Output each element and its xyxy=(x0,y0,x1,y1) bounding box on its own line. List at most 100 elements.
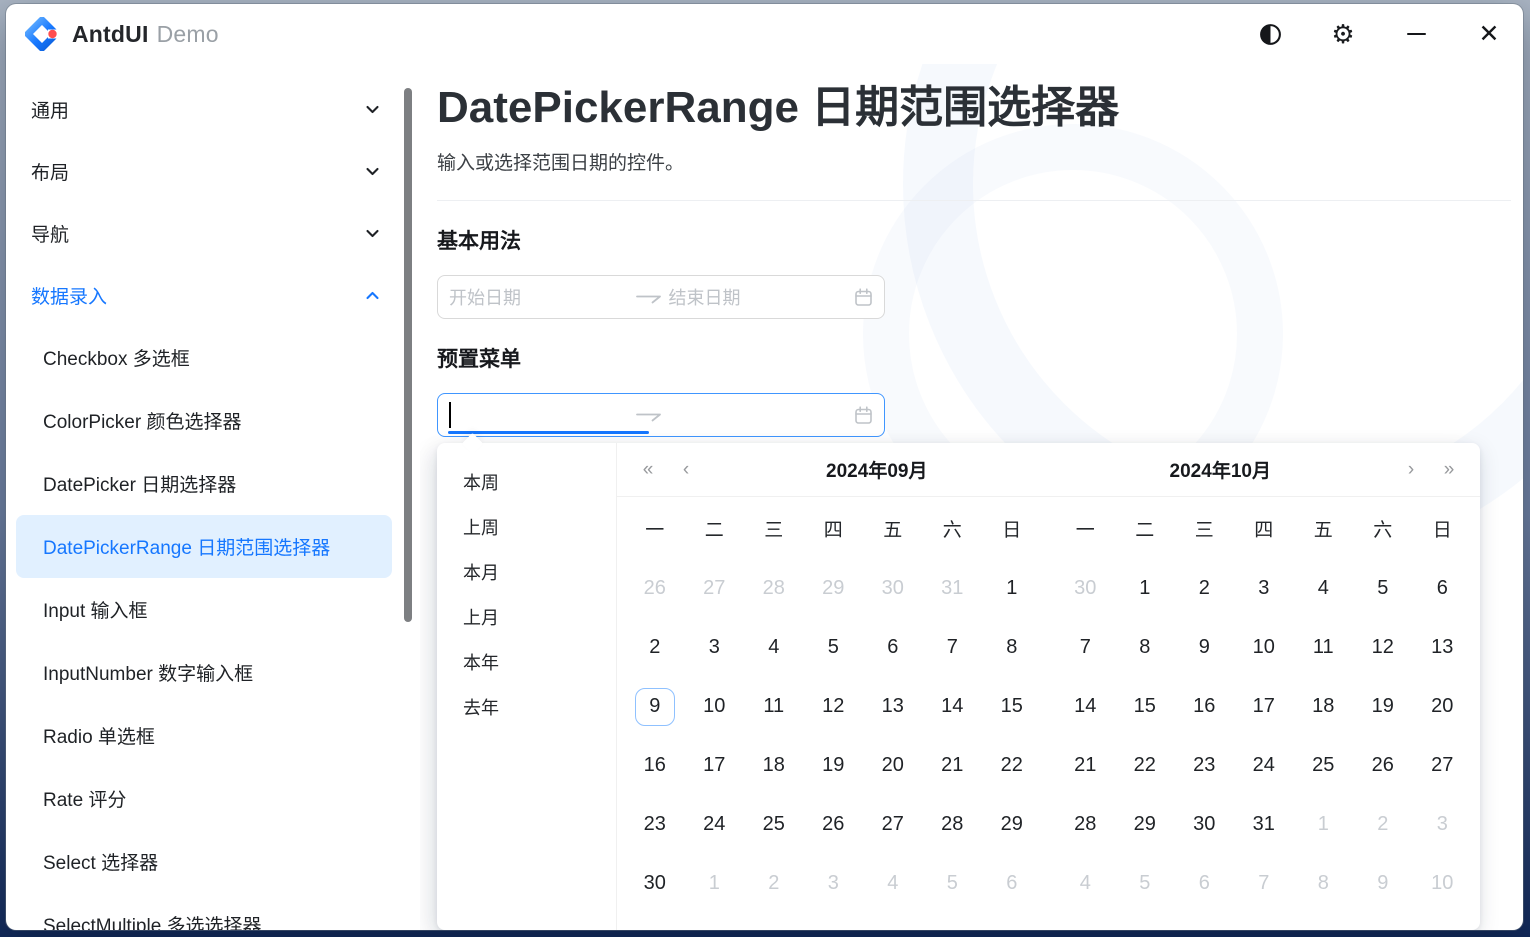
date-cell[interactable]: 28 xyxy=(744,559,804,618)
date-cell[interactable]: 3 xyxy=(1234,559,1294,618)
start-date-field[interactable] xyxy=(449,402,629,428)
date-cell[interactable]: 26 xyxy=(804,795,864,854)
date-cell[interactable]: 26 xyxy=(1353,736,1413,795)
date-cell[interactable]: 7 xyxy=(923,618,983,677)
date-cell[interactable]: 11 xyxy=(1294,618,1354,677)
date-cell[interactable]: 11 xyxy=(744,677,804,736)
theme-toggle-button[interactable] xyxy=(1250,14,1290,54)
date-cell[interactable]: 25 xyxy=(744,795,804,854)
date-cell[interactable]: 2 xyxy=(1175,559,1235,618)
date-cell[interactable]: 9 xyxy=(1175,618,1235,677)
date-cell[interactable]: 28 xyxy=(1056,795,1116,854)
date-cell[interactable]: 21 xyxy=(923,736,983,795)
date-cell[interactable]: 7 xyxy=(1234,854,1294,913)
close-button[interactable]: ✕ xyxy=(1469,14,1509,54)
preset-item[interactable]: 上月 xyxy=(437,594,616,639)
date-cell[interactable]: 8 xyxy=(1294,854,1354,913)
date-cell-today[interactable]: 9 xyxy=(625,677,685,736)
date-cell[interactable]: 20 xyxy=(1413,677,1473,736)
date-cell[interactable]: 19 xyxy=(804,736,864,795)
date-cell[interactable]: 29 xyxy=(982,795,1042,854)
date-cell[interactable]: 30 xyxy=(625,854,685,913)
date-cell[interactable]: 31 xyxy=(1234,795,1294,854)
date-cell[interactable]: 3 xyxy=(685,618,745,677)
date-cell[interactable]: 17 xyxy=(1234,677,1294,736)
date-cell[interactable]: 6 xyxy=(1413,559,1473,618)
sidebar-group[interactable]: 导航 xyxy=(6,202,398,264)
range-picker-basic-input[interactable]: 开始日期 结束日期 xyxy=(437,275,885,319)
date-cell[interactable]: 5 xyxy=(1353,559,1413,618)
sidebar-item[interactable]: ColorPicker 颜色选择器 xyxy=(16,389,392,452)
date-cell[interactable]: 6 xyxy=(982,854,1042,913)
sidebar-item[interactable]: Rate 评分 xyxy=(16,767,392,830)
date-cell[interactable]: 22 xyxy=(982,736,1042,795)
end-date-field[interactable]: 结束日期 xyxy=(669,284,849,310)
date-cell[interactable]: 27 xyxy=(1413,736,1473,795)
date-cell[interactable]: 29 xyxy=(804,559,864,618)
preset-item[interactable]: 去年 xyxy=(437,684,616,729)
date-cell[interactable]: 19 xyxy=(1353,677,1413,736)
next-month-button[interactable]: › xyxy=(1392,450,1430,490)
date-cell[interactable]: 13 xyxy=(1413,618,1473,677)
sidebar-item[interactable]: Radio 单选框 xyxy=(16,704,392,767)
date-cell[interactable]: 1 xyxy=(685,854,745,913)
date-cell[interactable]: 30 xyxy=(1175,795,1235,854)
date-cell[interactable]: 10 xyxy=(1413,854,1473,913)
prev-year-button[interactable]: « xyxy=(629,450,667,490)
date-cell[interactable]: 18 xyxy=(1294,677,1354,736)
start-date-field[interactable]: 开始日期 xyxy=(449,284,629,310)
date-cell[interactable]: 16 xyxy=(625,736,685,795)
preset-item[interactable]: 本周 xyxy=(437,459,616,504)
sidebar-item[interactable]: DatePicker 日期选择器 xyxy=(16,452,392,515)
date-cell[interactable]: 27 xyxy=(863,795,923,854)
date-cell[interactable]: 10 xyxy=(685,677,745,736)
date-cell[interactable]: 20 xyxy=(863,736,923,795)
date-cell[interactable]: 21 xyxy=(1056,736,1116,795)
date-cell[interactable]: 9 xyxy=(1353,854,1413,913)
date-cell[interactable]: 3 xyxy=(804,854,864,913)
date-cell[interactable]: 23 xyxy=(625,795,685,854)
date-cell[interactable]: 29 xyxy=(1115,795,1175,854)
date-cell[interactable]: 27 xyxy=(685,559,745,618)
date-cell[interactable]: 4 xyxy=(1294,559,1354,618)
date-cell[interactable]: 13 xyxy=(863,677,923,736)
date-cell[interactable]: 12 xyxy=(804,677,864,736)
sidebar-group[interactable]: 数据录入 xyxy=(6,264,398,326)
sidebar-item[interactable]: InputNumber 数字输入框 xyxy=(16,641,392,704)
range-picker-preset-input[interactable] xyxy=(437,393,885,437)
sidebar-item[interactable]: Select 选择器 xyxy=(16,830,392,893)
date-cell[interactable]: 5 xyxy=(923,854,983,913)
date-cell[interactable]: 8 xyxy=(982,618,1042,677)
date-cell[interactable]: 5 xyxy=(804,618,864,677)
date-cell[interactable]: 4 xyxy=(1056,854,1116,913)
date-cell[interactable]: 26 xyxy=(625,559,685,618)
date-cell[interactable]: 18 xyxy=(744,736,804,795)
date-cell[interactable]: 12 xyxy=(1353,618,1413,677)
date-cell[interactable]: 23 xyxy=(1175,736,1235,795)
date-cell[interactable]: 4 xyxy=(744,618,804,677)
settings-button[interactable]: ⚙ xyxy=(1323,14,1363,54)
date-cell[interactable]: 8 xyxy=(1115,618,1175,677)
date-cell[interactable]: 7 xyxy=(1056,618,1116,677)
date-cell[interactable]: 6 xyxy=(1175,854,1235,913)
date-cell[interactable]: 2 xyxy=(625,618,685,677)
preset-item[interactable]: 上周 xyxy=(437,504,616,549)
sidebar-item[interactable]: DatePickerRange 日期范围选择器 xyxy=(16,515,392,578)
sidebar-scrollbar[interactable] xyxy=(398,64,420,930)
date-cell[interactable]: 6 xyxy=(863,618,923,677)
date-cell[interactable]: 5 xyxy=(1115,854,1175,913)
date-cell[interactable]: 10 xyxy=(1234,618,1294,677)
preset-item[interactable]: 本年 xyxy=(437,639,616,684)
date-cell[interactable]: 16 xyxy=(1175,677,1235,736)
date-cell[interactable]: 30 xyxy=(1056,559,1116,618)
date-cell[interactable]: 24 xyxy=(685,795,745,854)
sidebar-item[interactable]: Input 输入框 xyxy=(16,578,392,641)
date-cell[interactable]: 15 xyxy=(982,677,1042,736)
date-cell[interactable]: 28 xyxy=(923,795,983,854)
minimize-button[interactable] xyxy=(1396,14,1436,54)
date-cell[interactable]: 2 xyxy=(1353,795,1413,854)
preset-item[interactable]: 本月 xyxy=(437,549,616,594)
date-cell[interactable]: 1 xyxy=(982,559,1042,618)
date-cell[interactable]: 24 xyxy=(1234,736,1294,795)
date-cell[interactable]: 1 xyxy=(1115,559,1175,618)
